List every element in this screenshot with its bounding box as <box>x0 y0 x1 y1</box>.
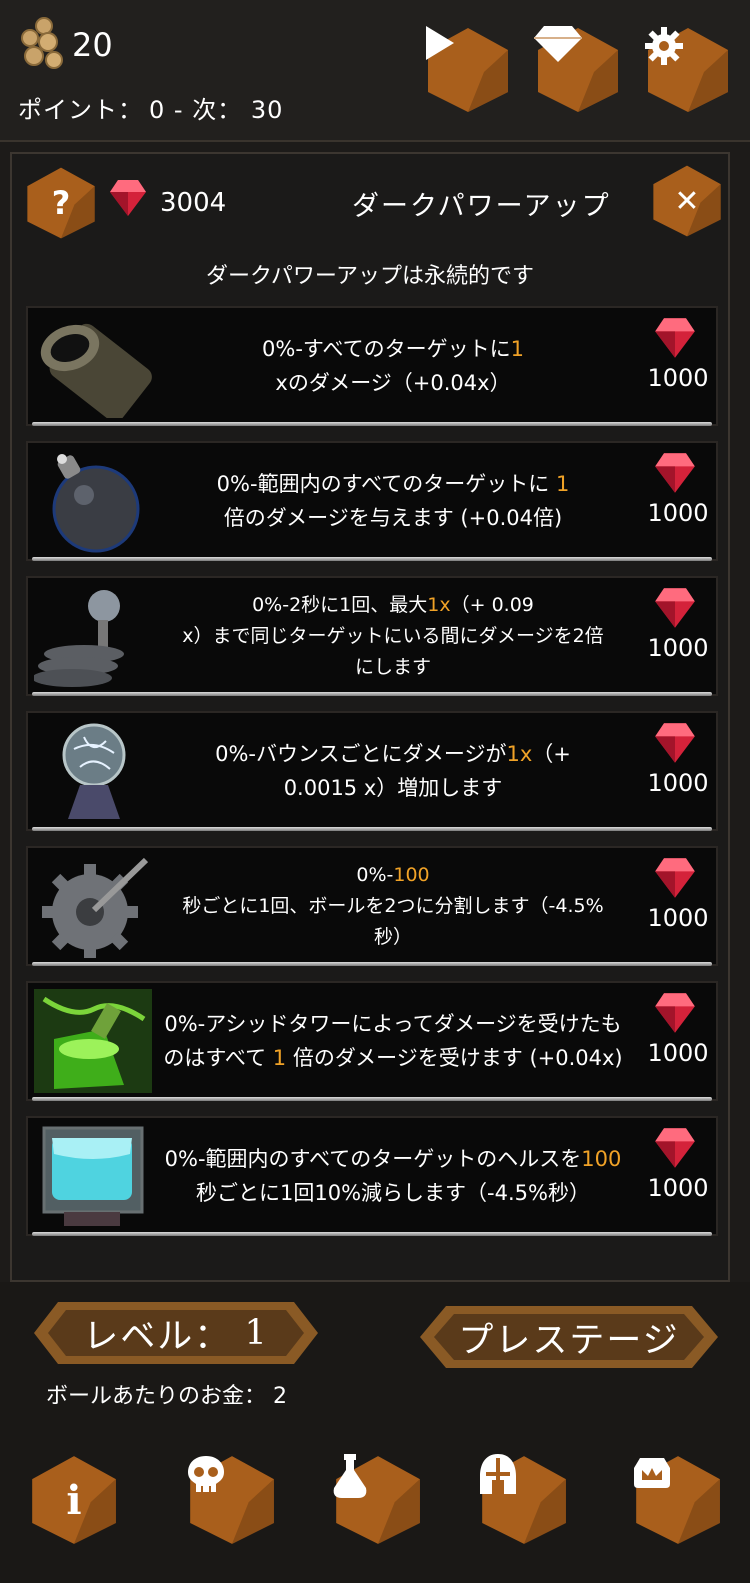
ruby-icon <box>655 723 695 763</box>
money-label: ボールあたりのお金： <box>46 1384 267 1409</box>
nav-skull-button[interactable] <box>186 1454 278 1546</box>
card-divider <box>32 962 712 966</box>
prestige-button[interactable]: プレステージ <box>420 1302 718 1372</box>
bomb-icon <box>52 454 140 553</box>
acid-flask-icon <box>34 989 152 1093</box>
points-readout: ポイント： 0 - 次： 30 <box>18 90 289 125</box>
ruby-icon <box>655 858 695 898</box>
saw-blade-icon <box>42 857 149 958</box>
card-divider <box>32 1232 712 1236</box>
skull-icon <box>188 1456 224 1492</box>
level-ribbon: レベル： 1 <box>34 1298 318 1368</box>
upgrade-cost: 1000 <box>647 769 709 797</box>
ice-cube-icon <box>42 1126 144 1226</box>
level-label: レベル： <box>83 1316 232 1357</box>
upgrade-description: 0%-アシッドタワーによってダメージを受けたも のはすべて 1 倍のダメージを受け… <box>163 1012 623 1070</box>
upgrade-card[interactable]: 0%-100 秒ごとに1回、ボールを2つに分割します（-4.5% 秒） 1000 <box>26 846 718 966</box>
top-bar: 20 ポイント： 0 - 次： 30 <box>0 0 750 142</box>
ruby-icon <box>655 318 695 358</box>
ruby-icon <box>655 453 695 493</box>
upgrade-card[interactable]: 0%-バウンスごとにダメージが1x（+ 0.0015 x）増加します 1000 <box>26 711 718 831</box>
nav-info-button[interactable]: i <box>28 1454 120 1546</box>
upgrade-description: 0%-すべてのターゲットに1 xのダメージ（+0.04x） <box>262 337 524 395</box>
cannon-icon <box>40 323 152 418</box>
diamond-icon <box>534 26 582 62</box>
card-divider <box>32 422 712 426</box>
ruby-icon <box>655 588 695 628</box>
ruby-icon <box>110 180 146 216</box>
upgrade-description: 0%-100 秒ごとに1回、ボールを2つに分割します（-4.5% 秒） <box>182 863 604 948</box>
plasma-orb-icon <box>62 723 126 819</box>
points-label: ポイント： <box>18 96 143 124</box>
gem-shop-button[interactable] <box>534 26 622 114</box>
upgrade-card[interactable]: 0%-範囲内のすべてのターゲットに 1 倍のダメージを与えます (+0.04倍) … <box>26 441 718 561</box>
question-icon: ? <box>51 184 71 222</box>
ruby-icon <box>655 1128 695 1168</box>
upgrade-cost: 1000 <box>647 1174 709 1202</box>
panel-header: ? 3004 ダークパワーアップ ✕ <box>12 154 728 250</box>
upgrade-description: 0%-バウンスごとにダメージが1x（+ 0.0015 x）増加します <box>215 742 571 800</box>
close-icon: ✕ <box>674 183 700 219</box>
upgrade-description: 0%-範囲内のすべてのターゲットのヘルスを100 秒ごとに1回10%減らします（-… <box>164 1147 622 1205</box>
points-value: 0 - 次： 30 <box>149 96 284 124</box>
panel-subtitle: ダークパワーアップは永続的です <box>205 264 535 289</box>
upgrade-card[interactable]: 0%-範囲内のすべてのターゲットのヘルスを100 秒ごとに1回10%減らします（-… <box>26 1116 718 1236</box>
crown-icon <box>634 1458 670 1488</box>
upgrade-card[interactable]: 0%-すべてのターゲットに1 xのダメージ（+0.04x） 1000 <box>26 306 718 426</box>
play-icon <box>426 26 454 60</box>
info-icon: i <box>66 1476 82 1524</box>
ruby-icon <box>655 993 695 1033</box>
card-divider <box>32 557 712 561</box>
card-divider <box>32 1097 712 1101</box>
settings-button[interactable] <box>644 26 732 114</box>
tesla-coil-icon <box>34 590 124 687</box>
potion-icon <box>333 1454 367 1498</box>
upgrade-cost: 1000 <box>647 904 709 932</box>
upgrade-description: 0%-2秒に1回、最大1x（+ 0.09 x）まで同じターゲットにいる間にダメージ… <box>182 593 604 678</box>
upgrade-cost: 1000 <box>647 364 709 392</box>
helmet-icon <box>480 1454 516 1494</box>
gear-icon <box>645 27 683 65</box>
close-button[interactable]: ✕ <box>650 164 724 238</box>
upgrade-description: 0%-範囲内のすべてのターゲットに 1 倍のダメージを与えます (+0.04倍) <box>216 472 570 530</box>
upgrade-card[interactable]: 0%-2秒に1回、最大1x（+ 0.09 x）まで同じターゲットにいる間にダメージ… <box>26 576 718 696</box>
upgrade-cost: 1000 <box>647 499 709 527</box>
help-button[interactable]: ? <box>24 166 98 240</box>
card-divider <box>32 692 712 696</box>
upgrade-cost: 1000 <box>647 634 709 662</box>
nav-crown-button[interactable] <box>632 1454 724 1546</box>
play-button[interactable] <box>424 26 512 114</box>
prestige-label: プレステージ <box>458 1320 680 1361</box>
panel-title: ダークパワーアップ <box>352 191 611 222</box>
gem-count: 3004 <box>160 188 227 218</box>
nav-potion-button[interactable] <box>332 1454 424 1546</box>
card-divider <box>32 827 712 831</box>
coin-stack-icon <box>21 17 63 69</box>
nav-helmet-button[interactable] <box>478 1454 570 1546</box>
dark-powerup-panel: ? 3004 ダークパワーアップ ✕ ダークパワーアップは永続的です 0%-すべ… <box>10 152 730 1282</box>
money-per-ball: ボールあたりのお金： 2 <box>46 1378 287 1410</box>
coin-count: 20 <box>72 26 113 64</box>
upgrade-cost: 1000 <box>647 1039 709 1067</box>
upgrade-card[interactable]: 0%-アシッドタワーによってダメージを受けたも のはすべて 1 倍のダメージを受け… <box>26 981 718 1101</box>
money-value: 2 <box>273 1384 288 1409</box>
level-value: 1 <box>244 1313 269 1353</box>
